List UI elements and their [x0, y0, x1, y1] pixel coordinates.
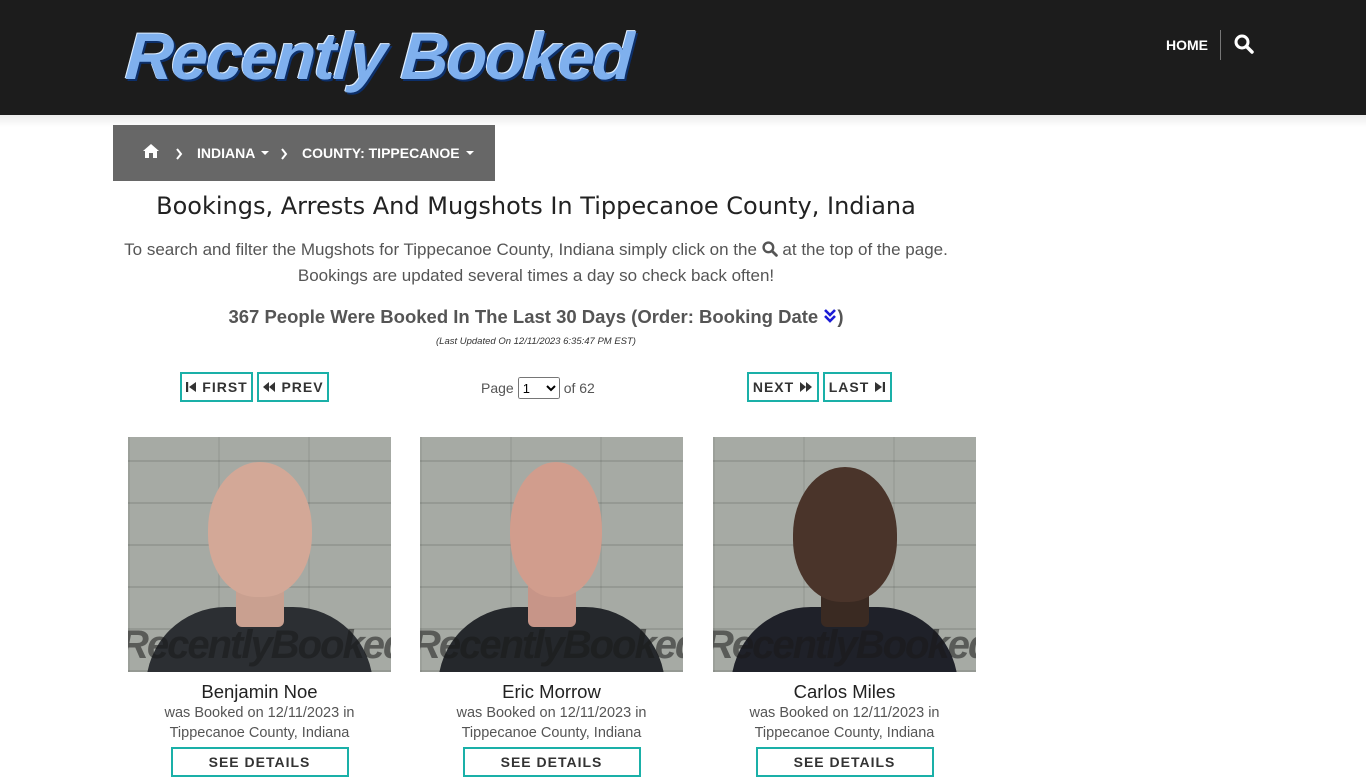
booking-card: RecentlyBooked.com Benjamin Noe was Book… [128, 437, 391, 777]
page-title: Bookings, Arrests And Mugshots In Tippec… [156, 192, 916, 220]
site-header: Recently Booked HOME [0, 0, 1366, 115]
search-icon[interactable] [762, 240, 778, 259]
mugshot-image[interactable]: RecentlyBooked.com [128, 437, 391, 672]
booked-line: was Booked on 12/11/2023 in [164, 705, 355, 721]
chevron-right-icon [175, 146, 183, 164]
person-name[interactable]: Benjamin Noe [128, 681, 391, 703]
site-logo[interactable]: Recently Booked [123, 18, 634, 94]
step-backward-icon [186, 382, 197, 392]
booked-location: Tippecanoe County, Indiana [169, 725, 350, 741]
see-details-button[interactable]: SEE DETAILS [462, 747, 641, 777]
breadcrumb-item-county[interactable]: COUNTY: TIPPECANOE [302, 144, 474, 162]
breadcrumb: INDIANA COUNTY: TIPPECANOE [113, 125, 495, 181]
step-forward-icon [875, 382, 886, 392]
see-details-button[interactable]: SEE DETAILS [755, 747, 934, 777]
see-details-button[interactable]: SEE DETAILS [170, 747, 349, 777]
next-page-button[interactable]: NEXT [747, 372, 819, 402]
person-name[interactable]: Eric Morrow [420, 681, 683, 703]
chevron-right-icon [280, 146, 288, 164]
caret-down-icon [465, 151, 474, 155]
booked-line: was Booked on 12/11/2023 in [456, 705, 647, 721]
last-updated: (Last Updated On 12/11/2023 6:35:47 PM E… [436, 336, 636, 347]
prev-page-button[interactable]: PREV [257, 372, 329, 402]
search-icon[interactable] [1234, 34, 1256, 56]
watermark-text: RecentlyBooked.com [713, 623, 976, 667]
booking-card: RecentlyBooked.com Carlos Miles was Book… [713, 437, 976, 777]
mugshot-image[interactable]: RecentlyBooked.com [713, 437, 976, 672]
sort-toggle-icon[interactable] [823, 306, 837, 327]
mugshot-image[interactable]: RecentlyBooked.com [420, 437, 683, 672]
last-page-button[interactable]: LAST [823, 372, 892, 402]
booked-location: Tippecanoe County, Indiana [754, 725, 935, 741]
breadcrumb-item-indiana[interactable]: INDIANA [197, 144, 270, 162]
watermark-text: RecentlyBooked.com [128, 623, 391, 667]
page-selector: Page 1 of 62 [481, 376, 595, 400]
booking-count: 367 People Were Booked In The Last 30 Da… [228, 306, 844, 327]
booked-line: was Booked on 12/11/2023 in [749, 705, 940, 721]
first-page-button[interactable]: FIRST [180, 372, 253, 402]
watermark-text: RecentlyBooked.com [420, 623, 683, 667]
forward-icon [800, 382, 813, 392]
home-icon[interactable] [142, 143, 160, 163]
backward-icon [263, 382, 276, 392]
intro-text: To search and filter the Mugshots for Ti… [124, 240, 948, 285]
booked-location: Tippecanoe County, Indiana [461, 725, 642, 741]
nav-divider [1220, 30, 1221, 60]
page-select[interactable]: 1 [517, 377, 560, 399]
caret-down-icon [261, 151, 270, 155]
nav-home-link[interactable]: HOME [1166, 36, 1208, 54]
person-name[interactable]: Carlos Miles [713, 681, 976, 703]
booking-card: RecentlyBooked.com Eric Morrow was Booke… [420, 437, 683, 777]
